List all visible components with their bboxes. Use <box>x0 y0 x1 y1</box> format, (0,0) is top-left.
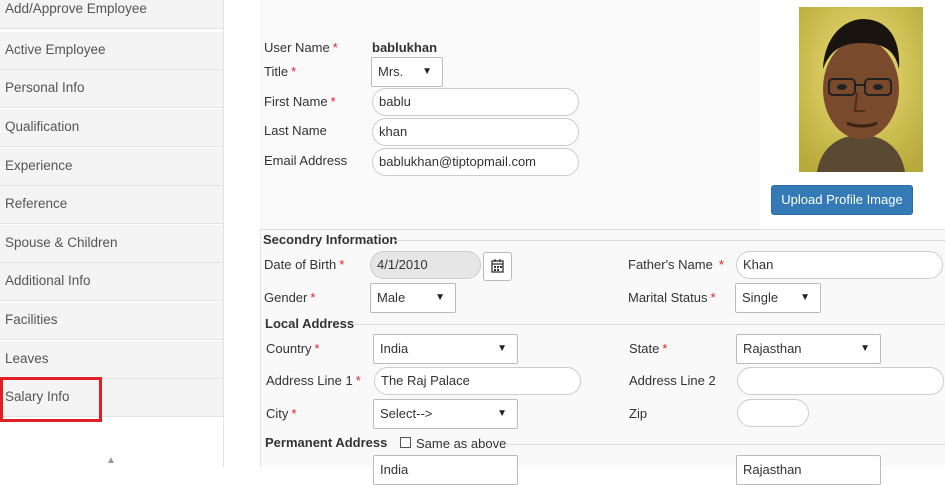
sidebar-item-personal-info[interactable]: Personal Info <box>0 70 223 108</box>
upload-profile-image-button[interactable]: Upload Profile Image <box>771 185 913 215</box>
calendar-icon <box>491 259 504 273</box>
father-name-label: Father's Name * <box>628 257 724 272</box>
profile-photo <box>799 7 923 172</box>
sidebar-item-label: Add/Approve Employee <box>5 1 147 16</box>
chevron-down-icon: ▼ <box>422 66 432 77</box>
calendar-button[interactable] <box>483 252 512 281</box>
user-name-label: User Name * <box>264 40 338 55</box>
sidebar-item-label: Spouse & Children <box>5 235 118 250</box>
sidebar-item-add-approve-employee[interactable]: Add/Approve Employee <box>0 0 223 29</box>
zip-label: Zip <box>629 406 648 421</box>
state-select[interactable]: Rajasthan ▼ <box>736 334 881 364</box>
sidebar-item-additional-info[interactable]: Additional Info <box>0 263 223 301</box>
city-select[interactable]: Select--> ▼ <box>373 399 518 429</box>
address-line-1-field[interactable]: The Raj Palace <box>374 367 581 395</box>
dob-label: Date of Birth * <box>264 257 345 272</box>
sidebar-item-label: Leaves <box>5 351 49 366</box>
scroll-up-arrow-icon[interactable]: ▲ <box>101 455 121 467</box>
father-name-field[interactable]: Khan <box>736 251 943 279</box>
first-name-label: First Name * <box>264 94 336 109</box>
chevron-down-icon: ▼ <box>860 343 870 354</box>
zip-field[interactable] <box>737 399 809 427</box>
sidebar-item-label: Active Employee <box>5 42 106 57</box>
sidebar-item-qualification[interactable]: Qualification <box>0 109 223 147</box>
local-address-heading: Local Address <box>265 316 355 331</box>
chevron-down-icon: ▼ <box>435 292 445 303</box>
dob-field[interactable]: 4/1/2010 <box>370 251 481 279</box>
sidebar-item-facilities[interactable]: Facilities <box>0 302 223 340</box>
section-divider <box>394 240 945 241</box>
chevron-down-icon: ▼ <box>800 292 810 303</box>
gender-select[interactable]: Male ▼ <box>370 283 456 313</box>
section-divider <box>354 324 945 325</box>
same-as-above-checkbox[interactable] <box>400 437 411 448</box>
country-select[interactable]: India ▼ <box>373 334 518 364</box>
chevron-down-icon: ▼ <box>497 343 507 354</box>
sidebar-item-experience[interactable]: Experience <box>0 148 223 186</box>
section-divider <box>507 444 945 445</box>
marital-status-select[interactable]: Single ▼ <box>735 283 821 313</box>
country-label: Country * <box>266 341 320 356</box>
sidebar-item-leaves[interactable]: Leaves <box>0 341 223 379</box>
sidebar-item-active-employee[interactable]: Active Employee <box>0 32 223 70</box>
state-label: State * <box>629 341 668 356</box>
sidebar-item-label: Additional Info <box>5 273 91 288</box>
permanent-country-select[interactable]: India <box>373 455 518 485</box>
marital-status-label: Marital Status * <box>628 290 716 305</box>
secondary-info-heading: Secondry Information <box>263 232 398 247</box>
last-name-field[interactable]: khan <box>372 118 579 146</box>
title-select[interactable]: Mrs. ▼ <box>371 57 443 87</box>
gender-label: Gender * <box>264 290 316 305</box>
sidebar-item-label: Experience <box>5 158 73 173</box>
last-name-label: Last Name <box>264 123 327 138</box>
address-line-2-label: Address Line 2 <box>629 373 716 388</box>
user-name-value: bablukhan <box>372 40 438 55</box>
sidebar-item-label: Reference <box>5 196 68 211</box>
salary-info-highlight-box <box>0 377 102 422</box>
first-name-field[interactable]: bablu <box>372 88 579 116</box>
sidebar-item-reference[interactable]: Reference <box>0 186 223 224</box>
city-label: City * <box>266 406 297 421</box>
sidebar-item-label: Facilities <box>5 312 58 327</box>
same-as-above-label: Same as above <box>416 436 507 451</box>
email-label: Email Address <box>264 153 348 168</box>
sidebar-item-spouse-children[interactable]: Spouse & Children <box>0 225 223 263</box>
permanent-address-heading: Permanent Address <box>265 435 388 450</box>
chevron-down-icon: ▼ <box>497 408 507 419</box>
sidebar-item-label: Qualification <box>5 119 80 134</box>
sidebar-item-label: Personal Info <box>5 80 85 95</box>
sidebar: Add/Approve Employee Active Employee Per… <box>0 0 224 467</box>
email-field[interactable]: bablukhan@tiptopmail.com <box>372 148 579 176</box>
content-gutter <box>224 0 260 467</box>
permanent-state-select[interactable]: Rajasthan <box>736 455 881 485</box>
address-line-1-label: Address Line 1 * <box>266 373 361 388</box>
address-line-2-field[interactable] <box>737 367 944 395</box>
title-label: Title * <box>264 64 297 79</box>
